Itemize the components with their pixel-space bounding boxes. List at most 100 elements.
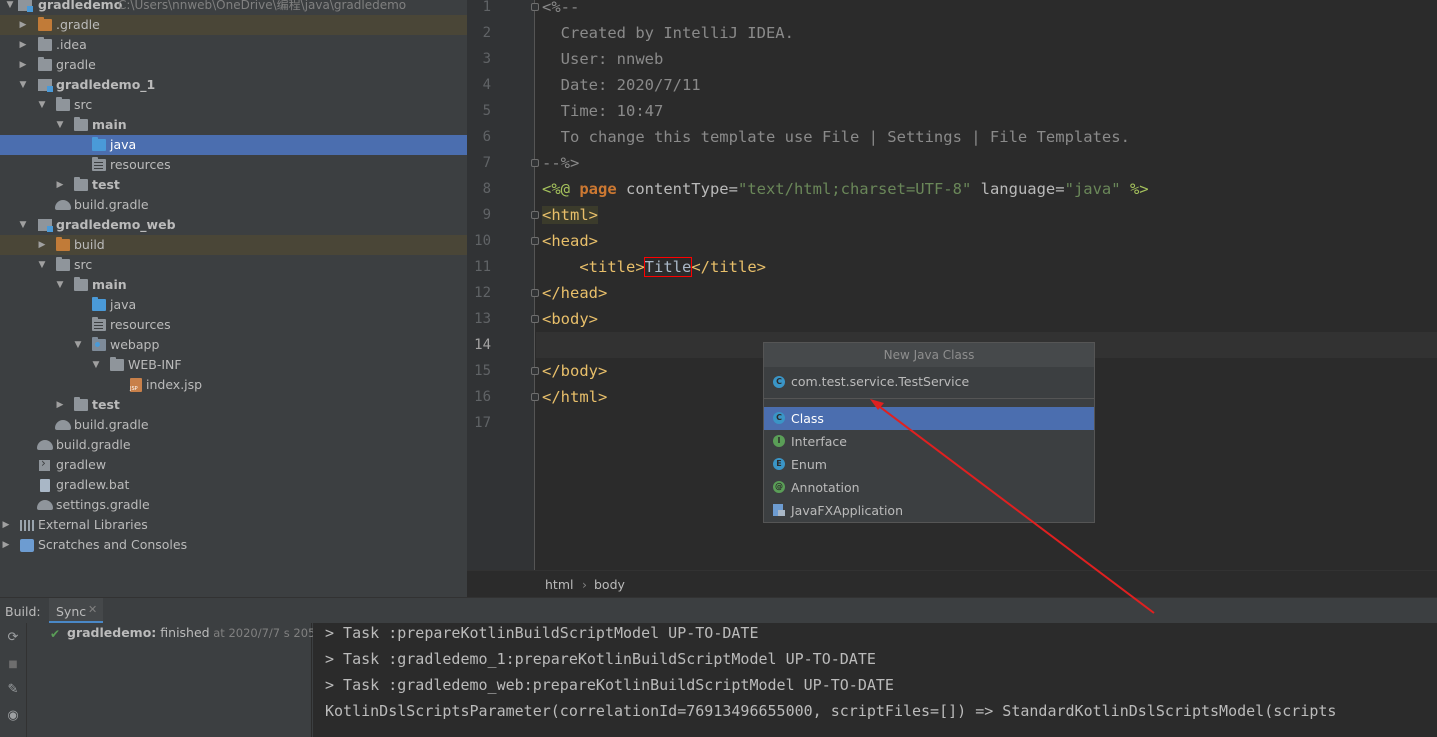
expand-arrow-icon[interactable]: ▼ — [54, 275, 66, 295]
build-toolbar: ⟳ ■ ✎ ◉ — [0, 623, 27, 737]
tree-item-src[interactable]: ▼ src — [0, 255, 467, 275]
kind-option-javafx[interactable]: JavaFXApplication — [764, 499, 1094, 522]
tree-item-scratches[interactable]: ▶ Scratches and Consoles — [0, 535, 467, 555]
fold-marker-icon[interactable] — [531, 289, 539, 297]
tree-item-build-gradle[interactable]: build.gradle — [0, 195, 467, 215]
build-tool-window: Build: Sync ✕ ⟳ ■ ✎ ◉ ✔ gradledemo: fini… — [0, 597, 1437, 737]
interface-icon: I — [773, 435, 785, 447]
new-java-class-popup[interactable]: New Java Class C com.test.service.TestSe… — [763, 342, 1095, 523]
tree-item-settings-gradle[interactable]: settings.gradle — [0, 495, 467, 515]
expand-arrow-icon[interactable]: ▼ — [72, 335, 84, 355]
tree-item-label: webapp — [110, 337, 160, 352]
tree-item-label: build.gradle — [74, 417, 149, 432]
eye-icon[interactable]: ◉ — [6, 709, 20, 723]
tree-item-label: test — [92, 177, 120, 192]
fold-marker-icon[interactable] — [531, 211, 539, 219]
tree-item-java-selected[interactable]: java — [0, 135, 467, 155]
line-number: 17 — [474, 415, 491, 431]
tree-item-external-libraries[interactable]: ▶ External Libraries — [0, 515, 467, 535]
class-name-value: com.test.service.TestService — [791, 374, 970, 389]
collapse-arrow-icon[interactable]: ▶ — [17, 55, 29, 75]
expand-arrow-icon[interactable]: ▼ — [36, 255, 48, 275]
html-tag: <html> — [542, 206, 598, 224]
tree-item-web-inf[interactable]: ▼ WEB-INF — [0, 355, 467, 375]
tree-item-build-gradle-root[interactable]: build.gradle — [0, 435, 467, 455]
kind-option-annotation[interactable]: @ Annotation — [764, 476, 1094, 499]
collapse-arrow-icon[interactable]: ▶ — [36, 235, 48, 255]
expand-arrow-icon[interactable]: ▼ — [54, 115, 66, 135]
pin-icon[interactable]: ✎ — [6, 683, 20, 697]
expand-arrow-icon[interactable]: ▼ — [17, 215, 29, 235]
collapse-arrow-icon[interactable]: ▶ — [17, 15, 29, 35]
fold-marker-icon[interactable] — [531, 159, 539, 167]
collapse-arrow-icon[interactable]: ▶ — [0, 535, 12, 555]
fold-marker-icon[interactable] — [531, 3, 539, 11]
tree-item-build-gradle[interactable]: build.gradle — [0, 415, 467, 435]
expand-arrow-icon[interactable]: ▼ — [36, 95, 48, 115]
stop-icon[interactable]: ■ — [6, 658, 20, 672]
tree-item-webapp[interactable]: ▼ webapp — [0, 335, 467, 355]
console-line: > Task :gradledemo_1:prepareKotlinBuildS… — [325, 650, 876, 668]
code-line-4: Date: 2020/7/11 — [542, 76, 701, 94]
collapse-arrow-icon[interactable]: ▶ — [54, 395, 66, 415]
fold-marker-icon[interactable] — [531, 237, 539, 245]
fold-marker-icon[interactable] — [531, 393, 539, 401]
class-name-input[interactable]: C com.test.service.TestService — [764, 369, 1094, 395]
tab-sync[interactable]: Sync ✕ — [49, 598, 103, 624]
kind-option-interface[interactable]: I Interface — [764, 430, 1094, 453]
fold-marker-icon[interactable] — [531, 367, 539, 375]
code-line-13: <body> — [542, 306, 598, 332]
tree-item-main[interactable]: ▼ main — [0, 115, 467, 135]
tree-item-gradledemo-1[interactable]: ▼ gradledemo_1 — [0, 75, 467, 95]
tree-item-gradle-folder[interactable]: ▶ gradle — [0, 55, 467, 75]
html-tag: </body> — [542, 362, 608, 380]
expand-arrow-icon[interactable]: ▼ — [90, 355, 102, 375]
expand-arrow-icon[interactable]: ▼ — [4, 0, 16, 15]
tree-root[interactable]: ▼ gradledemo C:\Users\nnweb\OneDrive\编程\… — [0, 0, 467, 15]
breadcrumb-item-body[interactable]: body — [594, 577, 625, 592]
sync-icon[interactable]: ⟳ — [6, 631, 20, 645]
tree-item-dot-idea[interactable]: ▶ .idea — [0, 35, 467, 55]
tree-item-dot-gradle[interactable]: ▶ .gradle — [0, 15, 467, 35]
tree-item-label: build — [74, 237, 105, 252]
folder-icon — [74, 177, 88, 191]
html-tag: </head> — [542, 284, 608, 302]
tree-item-java[interactable]: java — [0, 295, 467, 315]
tree-item-test[interactable]: ▶ test — [0, 395, 467, 415]
fold-marker-icon[interactable] — [531, 315, 539, 323]
tree-item-label: resources — [110, 317, 171, 332]
tree-item-resources[interactable]: resources — [0, 315, 467, 335]
kind-option-enum[interactable]: E Enum — [764, 453, 1094, 476]
terminal-file-icon — [39, 456, 50, 471]
collapse-arrow-icon[interactable]: ▶ — [0, 515, 12, 535]
close-icon[interactable]: ✕ — [88, 603, 97, 616]
collapse-arrow-icon[interactable]: ▶ — [17, 35, 29, 55]
tree-item-test[interactable]: ▶ test — [0, 175, 467, 195]
tree-item-resources[interactable]: resources — [0, 155, 467, 175]
console-line: > Task :prepareKotlinBuildScriptModel UP… — [325, 624, 759, 642]
collapse-arrow-icon[interactable]: ▶ — [54, 175, 66, 195]
line-number: 2 — [482, 25, 491, 41]
project-tree[interactable]: ▼ gradledemo C:\Users\nnweb\OneDrive\编程\… — [0, 0, 467, 597]
tree-item-gradledemo-web[interactable]: ▼ gradledemo_web — [0, 215, 467, 235]
tree-item-label: gradlew — [56, 457, 107, 472]
tree-item-index-jsp[interactable]: index.jsp — [0, 375, 467, 395]
tree-item-gradlew[interactable]: gradlew — [0, 455, 467, 475]
jsp-file-icon — [130, 378, 142, 392]
code-line-11: <title>Title</title> — [542, 254, 766, 280]
tree-item-gradlew-bat[interactable]: gradlew.bat — [0, 475, 467, 495]
line-number: 11 — [474, 259, 491, 275]
build-result-item[interactable]: gradledemo: finished at 2020/7/7 s 205 m… — [67, 625, 336, 640]
tree-item-build[interactable]: ▶ build — [0, 235, 467, 255]
line-number: 10 — [474, 233, 491, 249]
console-line: KotlinDslScriptsParameter(correlationId=… — [325, 702, 1337, 720]
tree-item-main[interactable]: ▼ main — [0, 275, 467, 295]
code-line-12: </head> — [542, 280, 607, 306]
breadcrumb-item-html[interactable]: html — [545, 577, 573, 592]
kind-option-class[interactable]: C Class — [764, 407, 1094, 430]
tree-item-label: gradlew.bat — [56, 477, 130, 492]
tree-root-path: C:\Users\nnweb\OneDrive\编程\java\gradlede… — [118, 0, 407, 12]
build-console[interactable]: > Task :prepareKotlinBuildScriptModel UP… — [313, 623, 1437, 737]
expand-arrow-icon[interactable]: ▼ — [17, 75, 29, 95]
tree-item-src[interactable]: ▼ src — [0, 95, 467, 115]
